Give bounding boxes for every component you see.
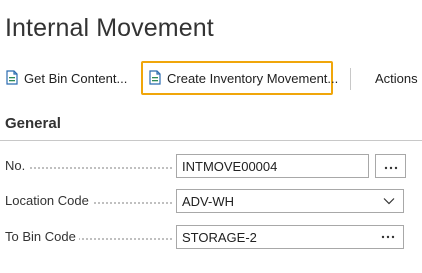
action-bar: Get Bin Content... Create Inventory Move…: [0, 61, 422, 95]
actions-menu-label: Actions: [375, 70, 418, 86]
document-icon: [148, 70, 163, 86]
document-icon: [5, 70, 20, 86]
section-title-general: General: [5, 115, 61, 132]
to-bin-code-field[interactable]: STORAGE-2: [176, 225, 404, 249]
field-label-location-code: Location Code: [5, 193, 92, 208]
to-bin-code-value: STORAGE-2: [182, 230, 257, 245]
section-divider: [0, 140, 422, 141]
action-separator: [350, 68, 351, 90]
no-field[interactable]: INTMOVE00004: [176, 154, 369, 178]
get-bin-content-button[interactable]: Get Bin Content...: [5, 62, 127, 94]
page-title: Internal Movement: [5, 14, 214, 42]
field-label-to-bin-code: To Bin Code: [5, 229, 79, 244]
create-inventory-movement-button[interactable]: Create Inventory Movement...: [141, 61, 338, 95]
get-bin-content-label: Get Bin Content...: [24, 70, 128, 86]
location-code-select[interactable]: ADV-WH: [176, 189, 404, 213]
field-row-to-bin-code: To Bin Code STORAGE-2: [5, 225, 422, 249]
field-row-location-code: Location Code ADV-WH: [5, 189, 422, 213]
chevron-down-icon: [383, 190, 395, 212]
location-code-value: ADV-WH: [182, 194, 234, 209]
create-inventory-movement-label: Create Inventory Movement...: [167, 70, 339, 86]
ellipsis-icon[interactable]: [381, 226, 395, 248]
field-label-no: No.: [5, 158, 29, 173]
field-row-no: No. INTMOVE00004: [5, 154, 422, 178]
actions-menu-button[interactable]: Actions: [375, 62, 418, 94]
ellipsis-icon: [384, 157, 398, 175]
dotted-leader: [5, 167, 172, 169]
no-assist-button[interactable]: [375, 154, 406, 178]
